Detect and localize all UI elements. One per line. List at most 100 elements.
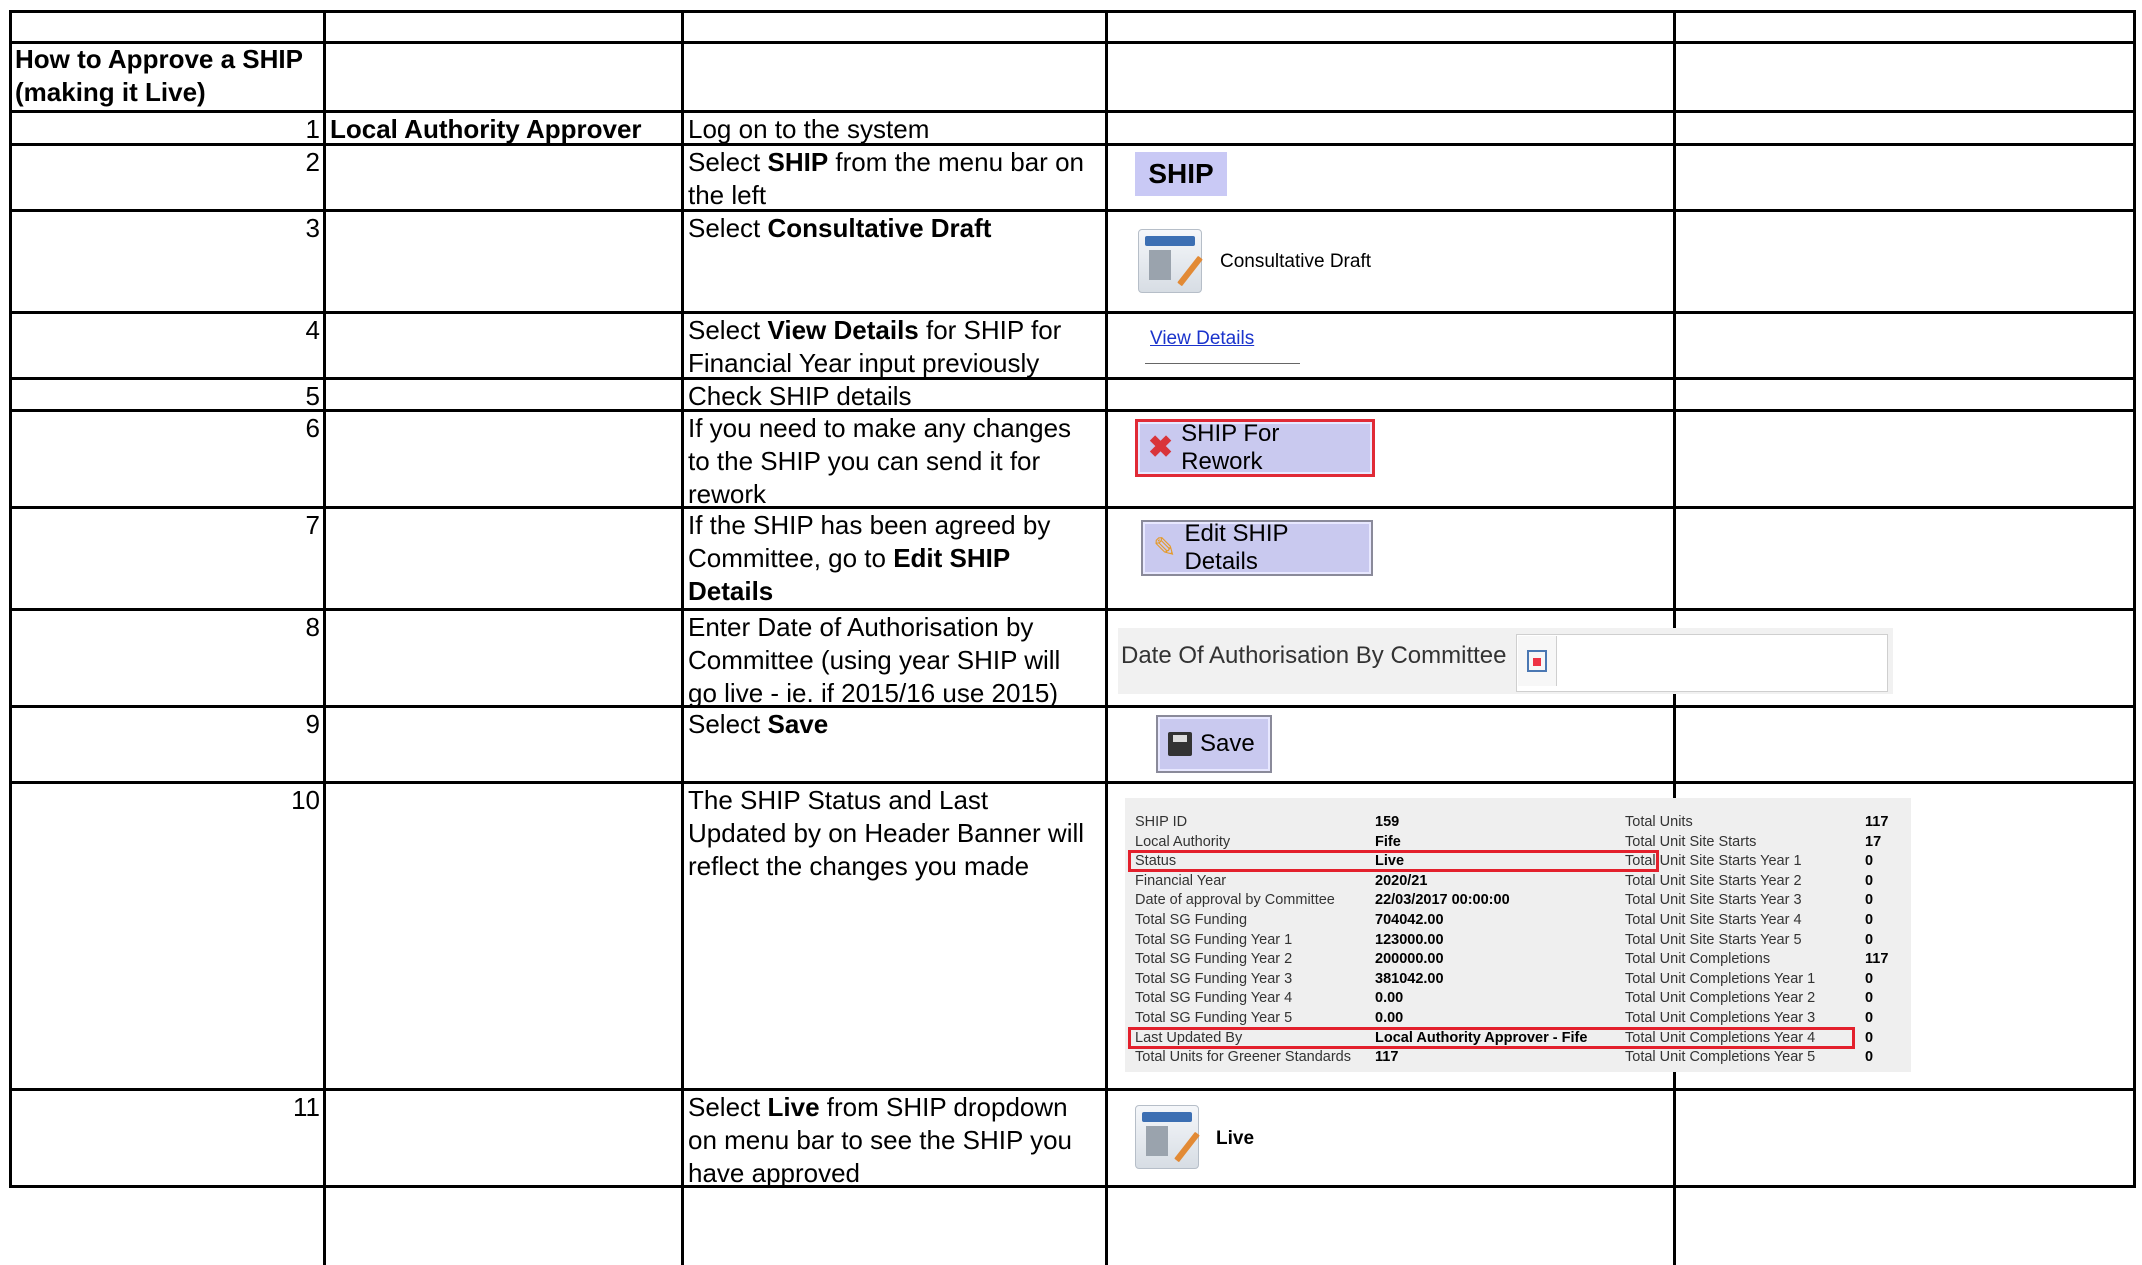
banner-value: 123000.00 (1375, 931, 1444, 948)
step-number: 11 (293, 1092, 320, 1122)
banner-label: Total SG Funding Year 3 (1135, 970, 1293, 987)
save-label: Save (1200, 730, 1255, 757)
row-border (9, 311, 2135, 314)
instruction-line: If you need to make any changes (688, 413, 1072, 443)
instruction-line: Select SHIP from the menu bar on (688, 147, 1084, 177)
step-number: 6 (305, 413, 320, 443)
instruction-line: to the SHIP you can send it for (688, 446, 1041, 476)
row-border (9, 110, 2135, 113)
banner-label: Total Units for Greener Standards (1135, 1049, 1351, 1066)
ship-for-rework-button[interactable]: ✖ SHIP For Rework (1135, 419, 1375, 477)
row-border (9, 1088, 2135, 1091)
banner-value: 2020/21 (1375, 872, 1428, 889)
banner-value: 200000.00 (1375, 951, 1444, 968)
banner-value: 0 (1865, 1049, 1874, 1066)
banner-value: 159 (1375, 814, 1400, 830)
instruction-line: Select View Details for SHIP for (688, 315, 1062, 345)
banner-value: 0 (1865, 1029, 1874, 1046)
row-border (9, 1185, 2135, 1188)
banner-value: 0 (1865, 872, 1874, 889)
step-instruction: Select SHIP from the menu bar on the left (688, 146, 1084, 212)
banner-label: Total SG Funding Year 5 (1135, 1010, 1293, 1026)
role-label: Local Authority Approver (330, 114, 642, 144)
banner-value: 0 (1865, 853, 1874, 870)
step-number: 5 (305, 381, 320, 411)
instruction-line: Select Live from SHIP dropdown (688, 1092, 1068, 1122)
title-line-2: (making it Live) (15, 77, 206, 107)
ship-menu-item[interactable]: SHIP (1135, 152, 1227, 196)
step-instruction: The SHIP Status and Last Updated by on He… (688, 784, 1084, 883)
live-label[interactable]: Live (1216, 1128, 1254, 1150)
instruction-line: Check SHIP details (688, 381, 912, 411)
date-of-authorisation-label: Date Of Authorisation By Committee (1121, 642, 1507, 669)
calendar-icon (1527, 650, 1547, 672)
instruction-line: Committee, go to Edit SHIP (688, 543, 1011, 573)
step-number: 10 (291, 785, 320, 815)
instruction-line: Log on to the system (688, 114, 930, 144)
banner-value: 117 (1865, 814, 1889, 830)
column-border (1105, 10, 1108, 1265)
edit-ship-details-label: Edit SHIP Details (1184, 520, 1289, 575)
step-instruction: Select Live from SHIP dropdown on menu ba… (688, 1091, 1072, 1190)
instruction-line: Select Consultative Draft (688, 213, 992, 243)
step-instruction: Enter Date of Authorisation by Committee … (688, 611, 1060, 710)
instruction-line: The SHIP Status and Last (688, 785, 989, 815)
instruction-line: have approved (688, 1158, 861, 1188)
instruction-line: If the SHIP has been agreed by (688, 510, 1051, 540)
row-border (9, 506, 2135, 509)
banner-value: 0 (1865, 892, 1874, 909)
view-details-link[interactable]: View Details (1150, 328, 1254, 350)
instruction-line: Select Save (688, 709, 829, 739)
row-border (9, 377, 2135, 380)
date-of-authorisation-widget: Date Of Authorisation By Committee (1118, 628, 1893, 694)
calendar-button[interactable] (1518, 636, 1557, 686)
title-line-1: How to Approve a SHIP (15, 44, 303, 74)
pencil-icon: ✎ (1153, 532, 1177, 563)
banner-label: Total Unit Completions Year 5 (1625, 1049, 1816, 1066)
column-border (681, 10, 684, 1265)
row-border (9, 705, 2135, 708)
step-instruction: Select Save (688, 708, 828, 741)
save-button[interactable]: Save (1156, 715, 1272, 773)
banner-label: Financial Year (1135, 872, 1227, 889)
banner-value: 0.00 (1375, 1010, 1404, 1026)
highlight-box (1128, 1026, 1855, 1049)
step-number: 7 (305, 510, 320, 540)
ship-for-rework-label: SHIP For Rework (1181, 420, 1280, 475)
banner-value: Fife (1375, 833, 1401, 850)
step-number: 2 (305, 147, 320, 177)
edit-document-icon (1135, 1105, 1200, 1169)
banner-label: Total Unit Site Starts Year 5 (1625, 931, 1802, 948)
red-x-icon: ✖ (1148, 431, 1174, 464)
step-instruction: Check SHIP details (688, 380, 912, 413)
banner-value: 381042.00 (1375, 970, 1444, 987)
row-border (9, 41, 2135, 44)
instruction-line: Details (688, 576, 774, 606)
banner-value: 22/03/2017 00:00:00 (1375, 892, 1510, 909)
step-number: 4 (305, 315, 320, 345)
edit-ship-details-button[interactable]: ✎ Edit SHIP Details (1141, 520, 1373, 576)
step-instruction: If the SHIP has been agreed by Committee,… (688, 509, 1050, 608)
banner-label: Total Unit Site Starts (1625, 833, 1757, 850)
row-border (9, 409, 2135, 412)
banner-value: 704042.00 (1375, 912, 1444, 928)
banner-value: 0 (1865, 990, 1874, 1007)
column-border (9, 10, 12, 1188)
step-number: 3 (305, 213, 320, 243)
banner-value: 0 (1865, 1010, 1874, 1026)
banner-label: Total Unit Site Starts Year 3 (1625, 892, 1802, 909)
step-instruction: If you need to make any changes to the SH… (688, 412, 1071, 511)
banner-label: Total Unit Completions Year 2 (1625, 990, 1816, 1007)
date-input[interactable] (1516, 634, 1888, 692)
instruction-line: on menu bar to see the SHIP you (688, 1125, 1072, 1155)
instruction-spreadsheet: How to Approve a SHIP (making it Live) 1… (0, 0, 2142, 1265)
row-border (9, 10, 2135, 13)
highlight-box (1128, 850, 1659, 873)
banner-label: Total SG Funding Year 4 (1135, 990, 1293, 1007)
banner-value: 117 (1865, 951, 1889, 968)
banner-value: 0.00 (1375, 990, 1404, 1007)
instruction-line: Committee (using year SHIP will (688, 645, 1061, 675)
edit-document-icon (1138, 229, 1203, 293)
consultative-draft-label[interactable]: Consultative Draft (1220, 251, 1371, 273)
banner-label: Local Authority (1135, 833, 1231, 850)
